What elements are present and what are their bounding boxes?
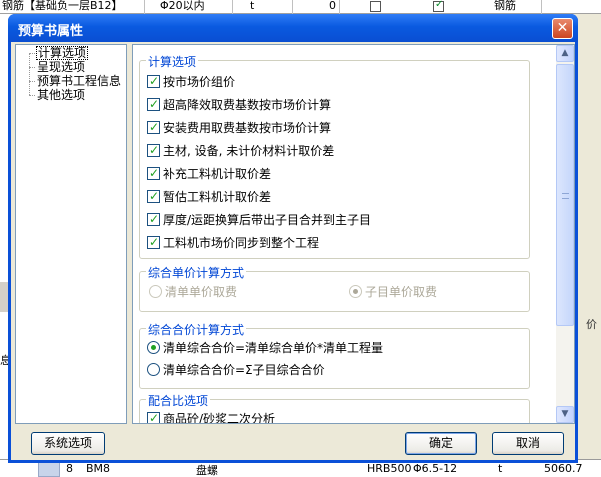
scrollbar-thumb[interactable] [556, 64, 574, 326]
calc-options-group-title: 计算选项 [146, 53, 199, 70]
checkbox[interactable] [147, 96, 160, 112]
background-right-edge: 价 [578, 14, 601, 477]
grip-icon [562, 193, 569, 199]
dialog-title: 预算书属性 [18, 24, 84, 39]
option-main-material-diff[interactable]: 主材, 设备, 未计价材料计取价差 [147, 142, 335, 159]
option-label: 厚度/运距换算后带出子目合并到主子目 [163, 213, 372, 227]
option-estimate-diff[interactable]: 暂估工料机计取价差 [147, 188, 272, 205]
option-install-market[interactable]: 安装费用取费基数按市场价计算 [147, 119, 332, 136]
option-supplement-diff[interactable]: 补充工料机计取价差 [147, 165, 272, 182]
checkbox[interactable] [147, 165, 160, 181]
tree-connector [29, 67, 35, 68]
close-button[interactable]: ✕ [552, 18, 573, 39]
dialog-titlebar[interactable]: 预算书属性 ✕ [8, 14, 578, 42]
tree-item-calc-options[interactable]: 计算选项 [36, 46, 89, 60]
tree-connector [29, 53, 30, 95]
option-label: 补充工料机计取价差 [163, 167, 272, 181]
radio-sum-subitems[interactable]: 清单综合合价=Σ子目综合合价 [147, 362, 325, 378]
background-row-unit: t [498, 462, 503, 475]
unit-price-method-title: 综合单价计算方式 [146, 264, 247, 281]
radio-bill-total-qty[interactable]: 清单综合合价=清单综合单价*清单工程量 [147, 340, 383, 356]
tree-connector [29, 95, 35, 96]
option-merge-sub-items[interactable]: 厚度/运距换算后带出子目合并到主子目 [147, 211, 372, 228]
option-label: 安装费用取费基数按市场价计算 [163, 121, 332, 135]
option-label: 清单综合合价=Σ子目综合合价 [163, 363, 325, 377]
tree-connector [29, 81, 35, 82]
background-cell-unit: t [248, 0, 293, 14]
options-tree: 计算选项 呈现选项 预算书工程信息 其他选项 [15, 44, 127, 424]
option-sync-market-price[interactable]: 工料机市场价同步到整个工程 [147, 234, 320, 251]
tree-item-project-info[interactable]: 预算书工程信息 [36, 74, 122, 88]
radio-button[interactable] [149, 285, 162, 298]
option-label: 清单综合合价=清单综合单价*清单工程量 [163, 341, 384, 355]
radio-button[interactable] [147, 341, 160, 354]
ok-button[interactable]: 确定 [405, 432, 477, 455]
radio-bill-unit-price[interactable]: 清单单价取费 [149, 284, 237, 300]
background-right-label: 价 [586, 318, 597, 331]
close-icon: ✕ [556, 20, 569, 36]
background-grid-top-row: 钢筋【基础负一层B12】 Φ20以内 t 0 钢筋 [0, 0, 601, 14]
radio-button[interactable] [147, 363, 160, 376]
scroll-down-icon: ▼ [561, 409, 569, 419]
background-row-value: 5060.7 [544, 462, 583, 475]
options-scrollbar[interactable]: ▲ ▼ [556, 45, 574, 423]
calc-options-group: 计算选项 按市场价组价 超高降效取费基数按市场价计算 安装费用取费基数按市场价计… [139, 53, 530, 259]
cancel-button[interactable]: 取消 [492, 432, 564, 455]
option-label: 子目单价取费 [365, 285, 438, 299]
background-row-header[interactable] [38, 461, 60, 477]
background-row-checkbox-checked[interactable] [433, 0, 444, 12]
background-cell-code: 钢筋【基础负一层B12】 [0, 0, 145, 14]
option-label: 按市场价组价 [163, 75, 236, 89]
scroll-down-button[interactable]: ▼ [556, 406, 574, 423]
background-row-model: HRB500 [367, 462, 412, 475]
tree-item-display-options[interactable]: 呈现选项 [36, 60, 86, 74]
scroll-up-button[interactable]: ▲ [556, 45, 574, 62]
mix-options-group: 配合比选项 商品砼/砂浆二次分析 [139, 392, 530, 424]
option-label: 工料机市场价同步到整个工程 [163, 236, 320, 250]
checkbox[interactable] [147, 410, 160, 423]
checkbox[interactable] [147, 73, 160, 89]
background-row-checkbox[interactable] [370, 1, 381, 12]
option-label: 清单单价取费 [165, 285, 238, 299]
option-secondary-analysis[interactable]: 商品砼/砂浆二次分析 [147, 410, 276, 424]
checkbox[interactable] [147, 234, 160, 250]
budget-properties-dialog: 预算书属性 ✕ 计算选项 呈现选项 预算书工程信息 其他选项 计算选项 按市场价… [8, 14, 578, 463]
background-row-spec: Φ6.5-12 [413, 462, 458, 475]
background-row-number: 8 [66, 462, 73, 475]
radio-button[interactable] [349, 285, 362, 298]
total-price-method-title: 综合合价计算方式 [146, 321, 247, 338]
option-high-rise-market[interactable]: 超高降效取费基数按市场价计算 [147, 96, 332, 113]
option-label: 商品砼/砂浆二次分析 [163, 412, 276, 424]
mix-options-title: 配合比选项 [146, 392, 211, 409]
option-label: 暂估工料机计取价差 [163, 190, 272, 204]
option-label: 主材, 设备, 未计价材料计取价差 [163, 144, 335, 158]
background-cell-spec: Φ20以内 [158, 0, 233, 14]
tree-connector [29, 53, 35, 54]
tree-item-other-options[interactable]: 其他选项 [36, 88, 86, 102]
scroll-up-icon: ▲ [561, 48, 569, 58]
checkbox[interactable] [147, 211, 160, 227]
option-label: 超高降效取费基数按市场价计算 [163, 98, 332, 112]
system-options-button[interactable]: 系统选项 [31, 432, 105, 455]
total-price-method-group: 综合合价计算方式 清单综合合价=清单综合单价*清单工程量 清单综合合价=Σ子目综… [139, 321, 530, 389]
checkbox[interactable] [147, 119, 160, 135]
background-cell-qty: 0 [300, 0, 340, 14]
background-row-name: 盘螺 [196, 464, 218, 477]
unit-price-method-group: 综合单价计算方式 清单单价取费 子目单价取费 [139, 264, 530, 312]
option-market-price[interactable]: 按市场价组价 [147, 73, 236, 90]
radio-subitem-unit-price[interactable]: 子目单价取费 [349, 284, 437, 300]
background-row-code: BM8 [86, 462, 111, 475]
dialog-client-area: 计算选项 呈现选项 预算书工程信息 其他选项 计算选项 按市场价组价 超高降效取… [11, 42, 575, 460]
options-panel: 计算选项 按市场价组价 超高降效取费基数按市场价计算 安装费用取费基数按市场价计… [132, 44, 575, 424]
checkbox[interactable] [147, 188, 160, 204]
background-cell-category: 钢筋 [492, 0, 542, 14]
checkbox[interactable] [147, 142, 160, 158]
